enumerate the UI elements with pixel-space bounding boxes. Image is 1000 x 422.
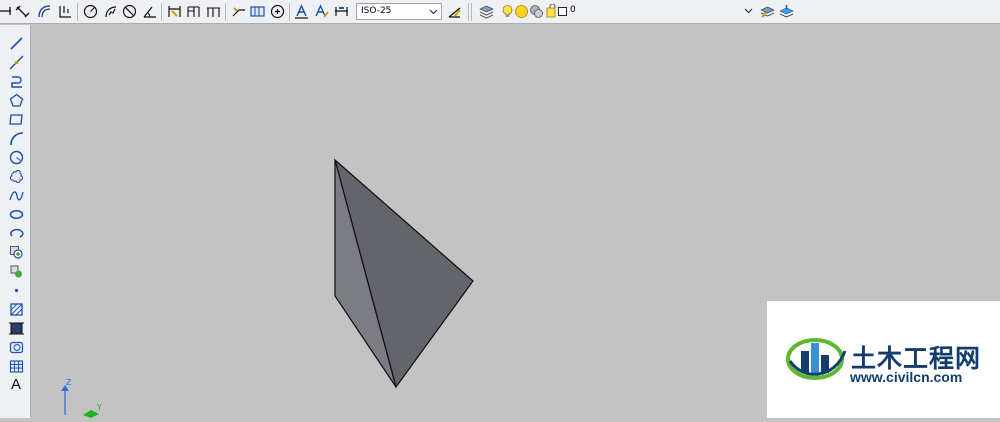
top-toolbar: ISO-25 0 <box>0 0 1000 24</box>
region-icon[interactable] <box>8 339 24 355</box>
toolbar-separator <box>225 3 226 21</box>
point-icon[interactable] <box>8 282 24 298</box>
watermark-url: www.civilcn.com <box>850 369 963 385</box>
layer-previous-icon[interactable] <box>778 3 794 20</box>
ellipse-icon[interactable] <box>8 206 24 222</box>
polygon-icon[interactable] <box>8 92 24 108</box>
ucs-icon: Z Y <box>61 378 102 418</box>
make-block-icon[interactable] <box>8 263 24 279</box>
draw-toolbar: A <box>0 25 31 418</box>
dimension-style-icon[interactable] <box>446 3 462 20</box>
layer-color-swatch[interactable] <box>557 3 567 20</box>
arc-length-icon[interactable] <box>36 3 52 20</box>
quick-leader-icon[interactable] <box>230 3 246 20</box>
make-current-layer-icon[interactable] <box>759 3 775 20</box>
center-mark-icon[interactable] <box>269 3 285 20</box>
toolbar-separator <box>161 3 162 21</box>
layer-value: 0 <box>570 5 576 15</box>
revision-cloud-icon[interactable] <box>8 168 24 184</box>
aligned-dimension-icon[interactable] <box>14 3 30 20</box>
angular-dimension-icon[interactable] <box>141 3 157 20</box>
line-icon[interactable] <box>8 35 24 51</box>
toolbar-separator <box>289 3 290 21</box>
toolbar-separator <box>468 3 469 21</box>
rectangle-icon[interactable] <box>8 111 24 127</box>
diameter-dimension-icon[interactable] <box>121 3 137 20</box>
dimension-style-value: ISO-25 <box>361 6 392 16</box>
gradient-icon[interactable] <box>8 320 24 336</box>
civilcn-logo-icon <box>786 338 847 380</box>
layer-freeze-icon[interactable] <box>513 3 529 20</box>
chevron-down-icon <box>429 9 438 15</box>
hatch-icon[interactable] <box>8 301 24 317</box>
tetrahedron-solid[interactable] <box>333 158 474 389</box>
multiline-text-icon[interactable]: A <box>8 375 24 394</box>
insert-block-icon[interactable] <box>8 244 24 260</box>
polyline-icon[interactable] <box>8 73 24 89</box>
jogged-dimension-icon[interactable] <box>102 3 118 20</box>
toolbar-separator <box>77 3 78 21</box>
watermark-panel: 土木工程网 www.civilcn.com <box>767 301 1000 418</box>
ordinate-dimension-icon[interactable] <box>57 3 73 20</box>
continue-dimension-icon[interactable] <box>205 3 221 20</box>
ucs-y-label: Y <box>96 403 102 412</box>
linear-dimension-icon[interactable] <box>0 3 12 20</box>
layer-properties-icon[interactable] <box>478 3 494 20</box>
chevron-down-icon <box>744 8 753 14</box>
spline-icon[interactable] <box>8 187 24 203</box>
dimension-edit-icon[interactable] <box>293 3 309 20</box>
dimension-update-icon[interactable] <box>333 3 349 20</box>
baseline-dimension-icon[interactable] <box>185 3 201 20</box>
dimension-text-edit-icon[interactable] <box>313 3 329 20</box>
ucs-z-label: Z <box>66 378 72 387</box>
construction-line-icon[interactable] <box>8 54 24 70</box>
tolerance-icon[interactable] <box>249 3 265 20</box>
layer-lock-icon[interactable] <box>528 3 544 20</box>
table-icon[interactable] <box>8 358 24 374</box>
ellipse-arc-icon[interactable] <box>8 225 24 241</box>
layer-dropdown[interactable]: 0 <box>568 3 756 20</box>
dimension-style-dropdown[interactable]: ISO-25 <box>356 3 442 20</box>
quick-dimension-icon[interactable] <box>166 3 182 20</box>
arc-icon[interactable] <box>8 130 24 146</box>
radius-dimension-icon[interactable] <box>82 3 98 20</box>
toolbar-separator <box>471 3 472 21</box>
circle-icon[interactable] <box>8 149 24 165</box>
